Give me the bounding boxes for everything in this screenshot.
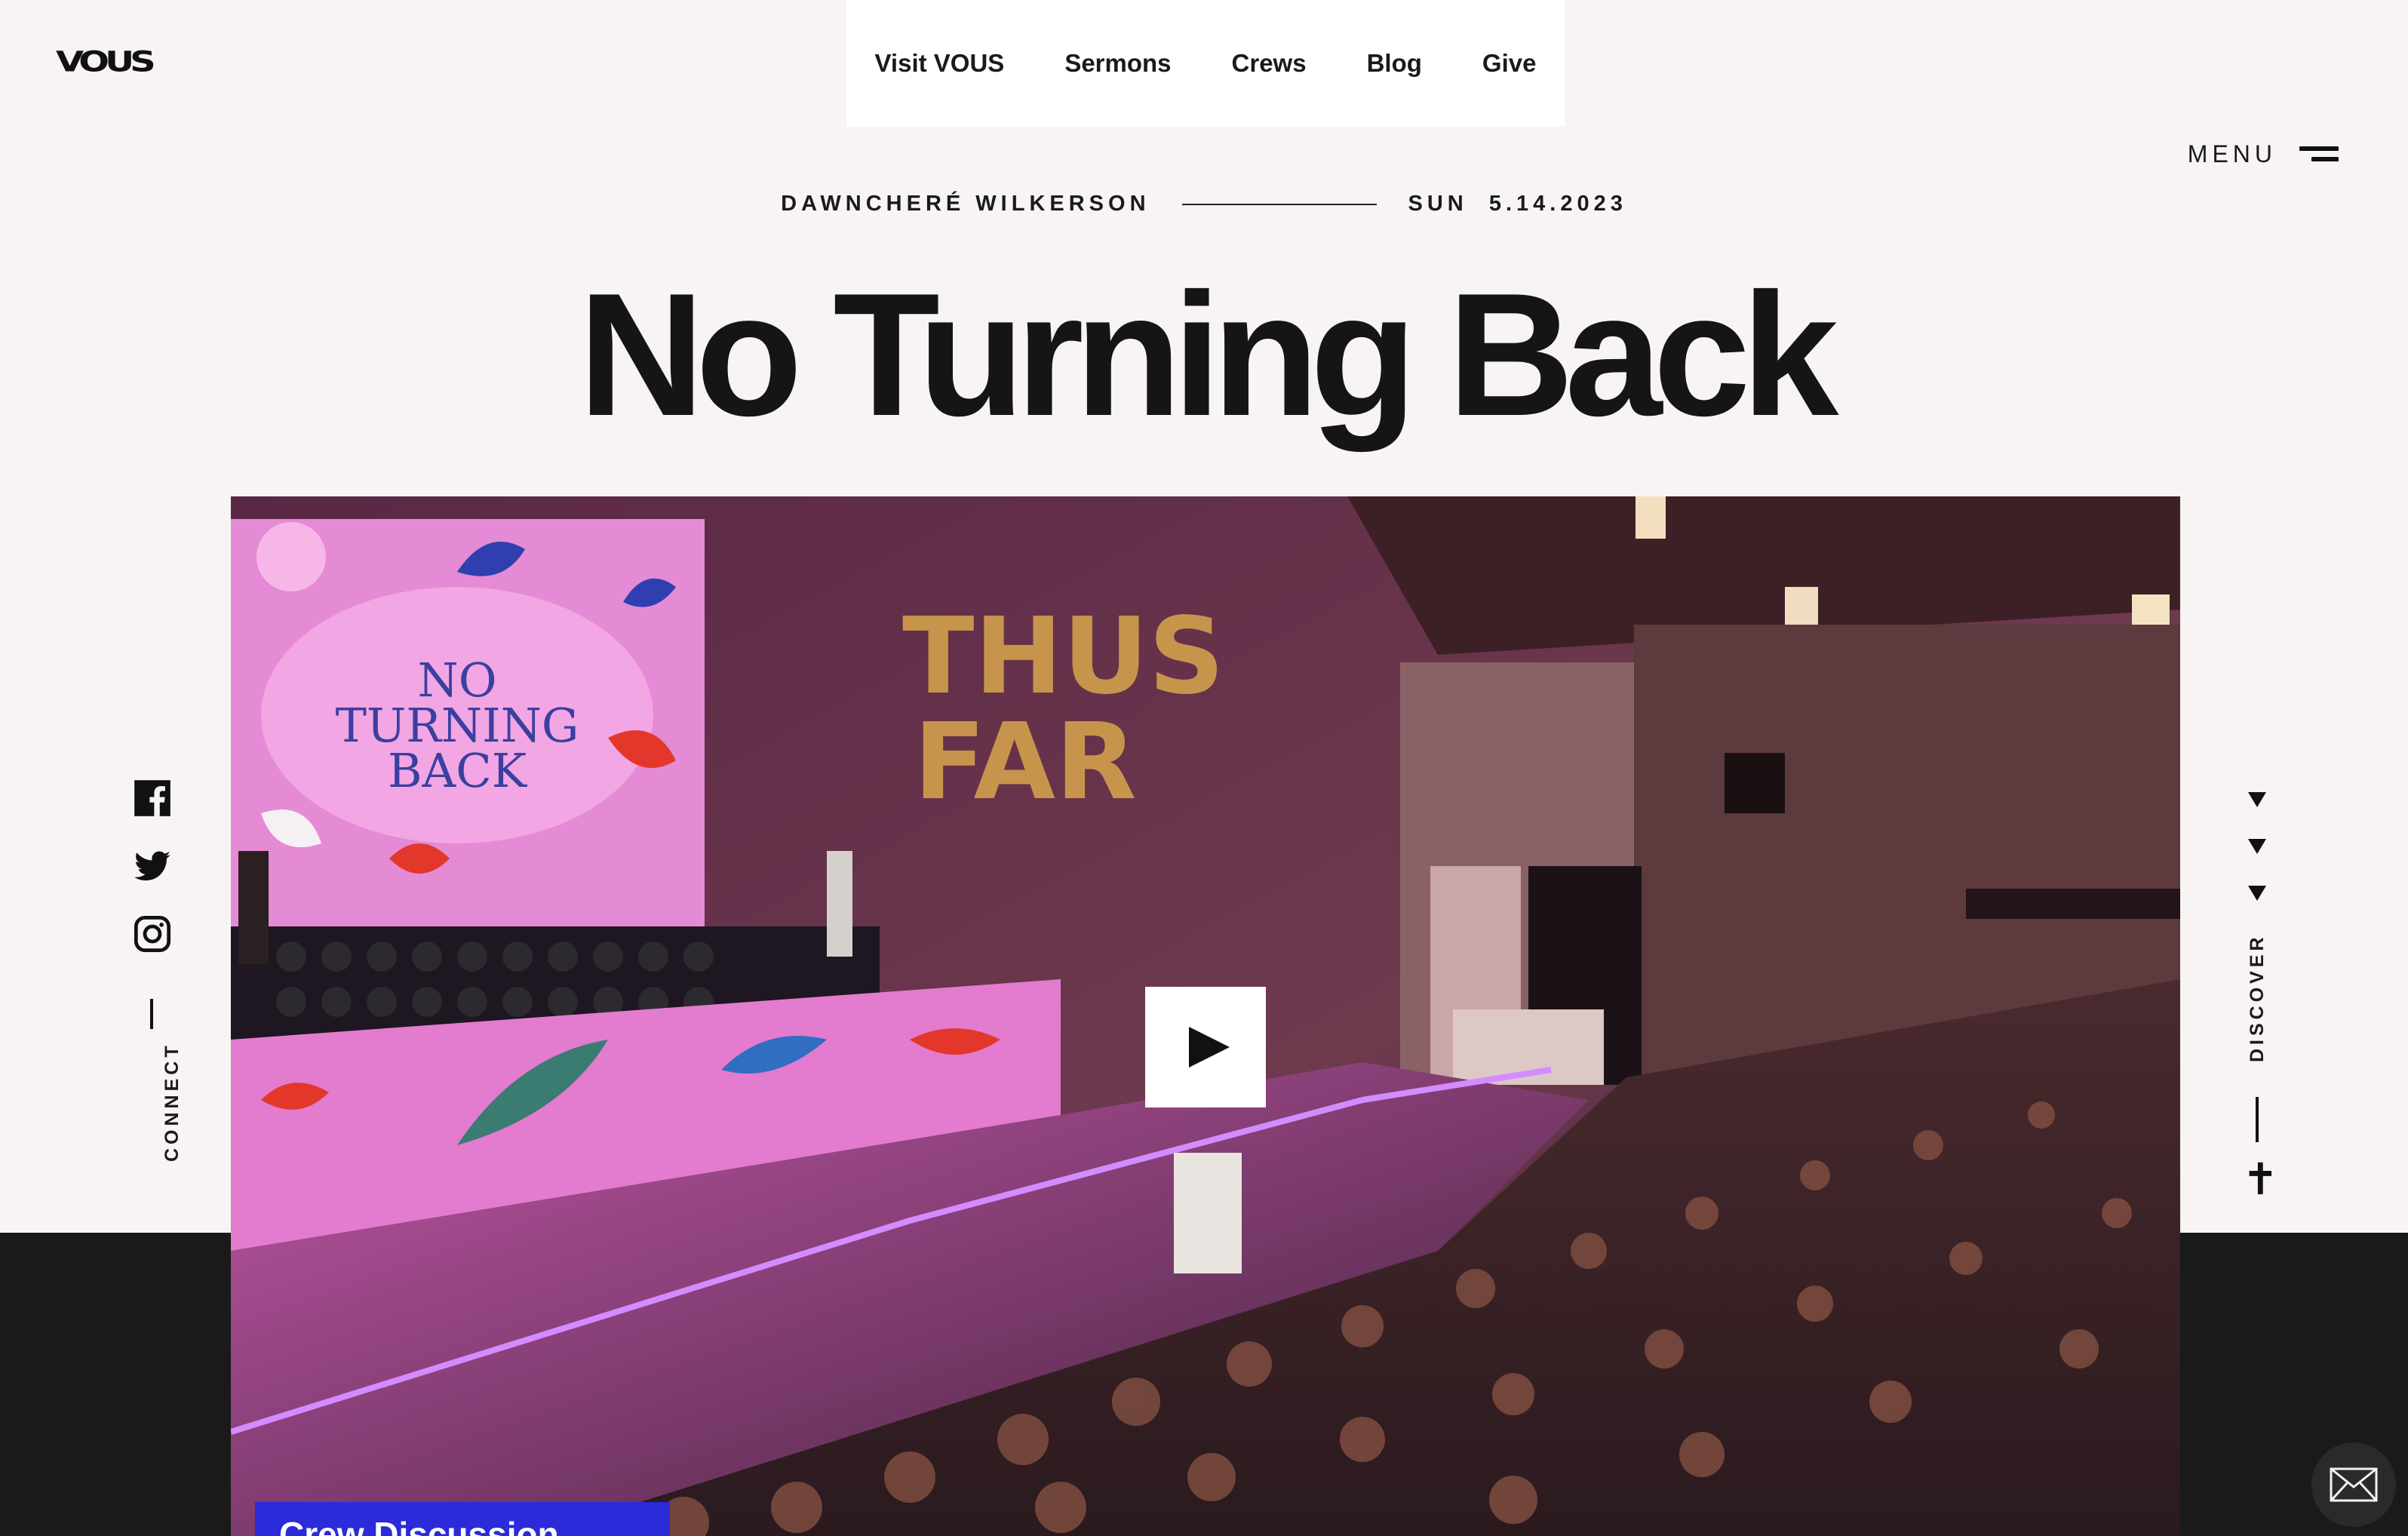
social-links	[133, 779, 172, 982]
speaker-name[interactable]: DAWNCHERÉ WILKERSON	[781, 192, 1150, 217]
chevron-down-icon	[2248, 839, 2266, 854]
nav-visit-vous[interactable]: Visit VOUS	[875, 49, 1005, 78]
sermon-video[interactable]: THUS FAR NO TURNING BACK Crew Discussion…	[231, 496, 2180, 1536]
chevron-down-icon	[2248, 886, 2266, 901]
twitter-icon[interactable]	[133, 846, 172, 886]
mail-icon	[2330, 1467, 2378, 1502]
cross-icon: ✝	[2242, 1154, 2279, 1205]
sermon-meta: DAWNCHERÉ WILKERSON SUN 5.14.2023	[0, 192, 2408, 217]
wall-text-far: FAR	[914, 701, 1137, 824]
chevron-down-icon	[2248, 792, 2266, 807]
connect-divider	[150, 999, 153, 1029]
brand-logo[interactable]: VOUS	[56, 45, 156, 78]
instagram-icon[interactable]	[133, 914, 172, 954]
meta-divider	[1181, 203, 1377, 205]
wall-text-thus: THUS	[902, 595, 1224, 718]
play-icon	[1189, 1027, 1230, 1068]
sermon-title: No Turning Back	[578, 257, 1839, 453]
mail-button[interactable]	[2311, 1442, 2396, 1527]
discover-divider	[2256, 1097, 2259, 1142]
nav-give[interactable]: Give	[1482, 49, 1537, 78]
screen-text-back: BACK	[388, 743, 528, 798]
nav-blog[interactable]: Blog	[1367, 49, 1422, 78]
nav-crews[interactable]: Crews	[1232, 49, 1307, 78]
facebook-icon[interactable]	[133, 779, 172, 818]
crew-discussion-button[interactable]: Crew Discussion →	[255, 1502, 670, 1536]
play-button[interactable]	[1145, 987, 1266, 1107]
nav-sermons[interactable]: Sermons	[1064, 49, 1171, 78]
connect-label: CONNECT	[161, 1042, 183, 1162]
sermon-date: SUN 5.14.2023	[1408, 192, 1627, 216]
discover-label[interactable]: DISCOVER	[2247, 933, 2268, 1062]
menu-label: MENU	[2187, 140, 2277, 167]
discover-arrows[interactable]	[2248, 792, 2271, 932]
hamburger-icon	[2299, 145, 2339, 164]
menu-button[interactable]: MENU	[2188, 140, 2339, 168]
top-nav: Visit VOUS Sermons Crews Blog Give	[846, 0, 1565, 127]
